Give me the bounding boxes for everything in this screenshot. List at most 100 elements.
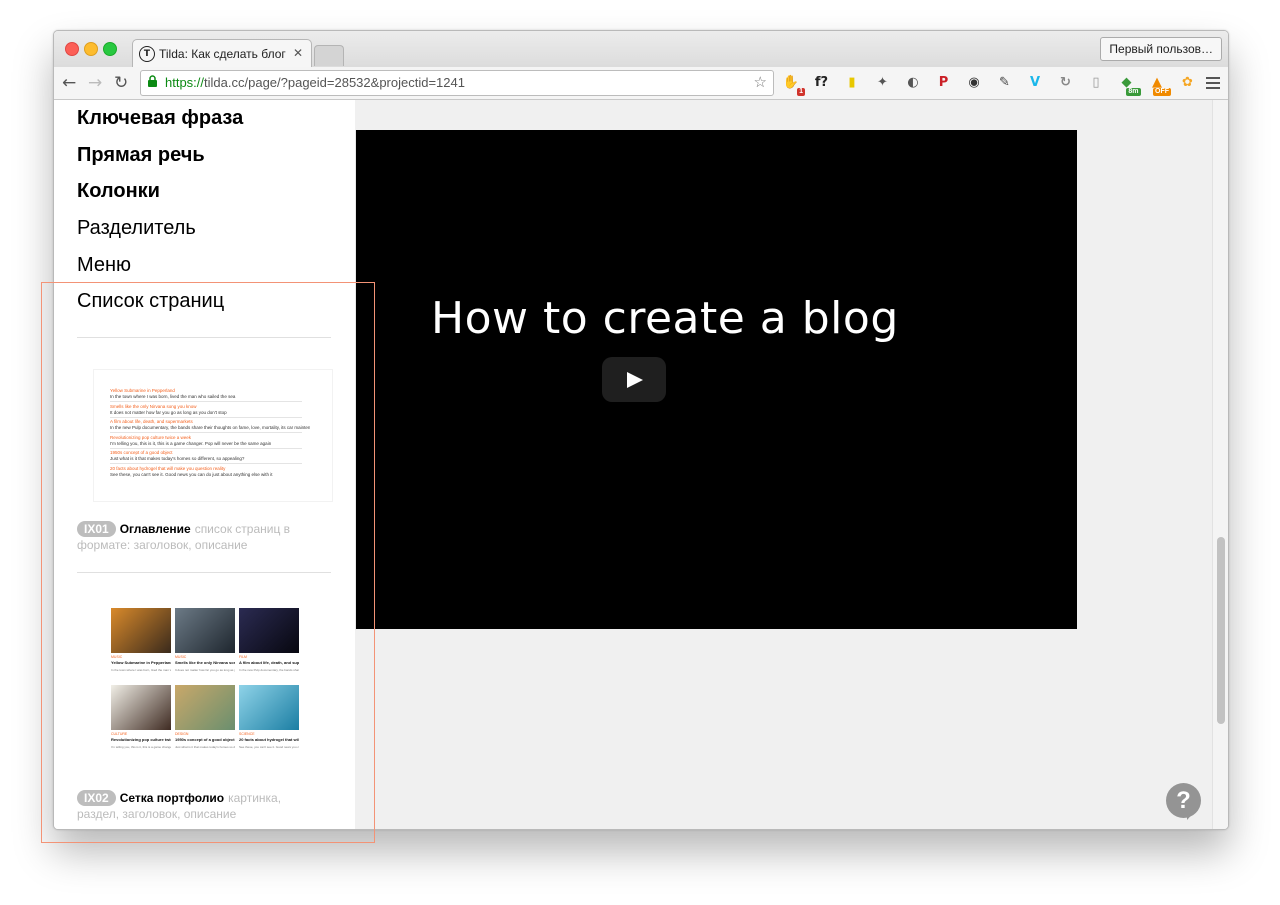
block-name: Сетка портфолио	[119, 791, 225, 805]
sidebar-menu-item[interactable]: Прямая речь	[77, 144, 205, 167]
toc-block-preview[interactable]: Yellow Submarine in Pepperland In the tow…	[94, 370, 332, 501]
portfolio-card-title: 1950s concept of a good object	[175, 737, 235, 742]
portfolio-preview-image	[111, 685, 171, 730]
block-caption-ix01[interactable]: IX01 Оглавление список страниц в формате: …	[77, 521, 317, 553]
help-button[interactable]: ?	[1166, 783, 1201, 818]
block-code-badge: IX01	[77, 521, 116, 537]
portfolio-preview-card: DESIGN 1950s concept of a good object Just…	[175, 685, 235, 749]
portfolio-card-title: A film about life, death, and supermarke…	[239, 660, 299, 665]
flower-extension-icon[interactable]: ✿	[1178, 73, 1198, 93]
extension-badge: OFF	[1153, 88, 1171, 96]
portfolio-card-title: Yellow Submarine in Pepperland	[111, 660, 171, 665]
portfolio-preview-card: MUSICSmells like the only Nirvana song y…	[175, 608, 235, 672]
toc-entry-description: In the new Pulp documentary, the bands s…	[110, 425, 310, 430]
toc-preview-entry: Revolutionizing pop culture twice a week…	[110, 435, 310, 446]
adblock-extension-icon[interactable]: ✋ 1	[781, 73, 805, 96]
portfolio-preview-card: FILMA film about life, death, and superm…	[239, 608, 299, 672]
portfolio-preview-card: SCIENCE20 facts about hydrogel that will…	[239, 685, 299, 749]
bookmark-star-icon[interactable]: ☆	[754, 73, 767, 91]
divider	[77, 337, 331, 338]
vimeo-extension-icon[interactable]: V	[1025, 73, 1045, 93]
toc-entry-title: 1950s concept of a good object	[110, 450, 173, 455]
sidebar-menu-item[interactable]: Список страниц	[77, 290, 224, 313]
toc-entry-title: A film about life, death, and supermarke…	[110, 419, 193, 424]
block-caption-ix02[interactable]: IX02 Сетка портфолио картинка, раздел, заг…	[77, 790, 317, 822]
toc-separator	[110, 447, 302, 449]
hamburger-menu-icon[interactable]	[1206, 77, 1220, 92]
block-name: Оглавление	[119, 522, 191, 536]
portfolio-card-section: MUSIC	[111, 655, 123, 659]
portfolio-preview-image	[239, 608, 299, 653]
portfolio-preview-image	[175, 685, 235, 730]
pinterest-extension-icon[interactable]: P	[934, 73, 954, 93]
portfolio-card-description: Just what is it that makes today's homes…	[175, 745, 235, 749]
toc-entry-description: I'm telling you, this is it, this is a g…	[110, 440, 272, 446]
portfolio-card-title: Revolutionizing pop culture twice a week	[111, 737, 171, 742]
toc-separator	[110, 416, 302, 418]
portfolio-card-description: In the new Pulp documentary, the bands s…	[239, 668, 299, 672]
extension-badge: 1	[797, 88, 805, 96]
block-code-badge: IX02	[77, 790, 116, 806]
close-tab-icon[interactable]: ✕	[293, 46, 303, 60]
play-button[interactable]	[602, 357, 666, 402]
portfolio-card-section: MUSIC	[175, 655, 187, 659]
toc-preview-entry: 20 facts about hydrogel that will make y…	[110, 466, 310, 477]
portfolio-card-section: SCIENCE	[239, 732, 255, 736]
lock-icon	[148, 75, 157, 87]
portfolio-card-section: FILM	[239, 655, 247, 659]
back-arrow-icon[interactable]: ←	[62, 73, 76, 93]
video-title: How to create a blog	[431, 293, 899, 344]
stats-extension-icon[interactable]: ▲ OFF	[1147, 73, 1171, 96]
portfolio-preview-image	[239, 685, 299, 730]
portfolio-card-description: I'm telling you, this is it, this is a g…	[111, 745, 171, 749]
sidebar-menu-item[interactable]: Разделитель	[77, 217, 196, 240]
portfolio-block-preview[interactable]: MUSIC Yellow Submarine in Pepperland In th…	[94, 600, 332, 768]
divider	[77, 572, 331, 573]
evernote-extension-icon[interactable]: ✦	[873, 73, 893, 93]
portfolio-card-section: DESIGN	[175, 732, 189, 736]
maximize-window-button[interactable]	[103, 42, 117, 56]
timer-extension-icon[interactable]: ◆ 8m	[1117, 73, 1141, 96]
flag-extension-icon[interactable]: ▮	[842, 73, 862, 93]
eyedropper-extension-icon[interactable]: ✎	[995, 73, 1015, 93]
new-tab-button[interactable]	[314, 45, 344, 66]
camera-extension-icon[interactable]: ◉	[964, 73, 984, 93]
font-finder-extension-icon[interactable]: f?	[812, 73, 832, 93]
pocket-extension-icon[interactable]: ◐	[903, 73, 923, 93]
toc-separator	[110, 401, 302, 402]
block-library-sidebar: Ключевая фраза Прямая речь Колонки Разделит…	[54, 100, 355, 829]
browser-tab-active[interactable]: T Tilda: Как сделать блог ✕	[132, 39, 312, 68]
portfolio-preview-card: CULTURERevolutionizing pop culture twice…	[111, 685, 171, 749]
portfolio-card-description: It does not matter how far you go as lon…	[175, 668, 235, 672]
portfolio-preview-image	[111, 608, 171, 653]
toc-preview-entry: 1950s concept of a good object Just what …	[110, 450, 310, 461]
url-text: https://tilda.cc/page/?pageid=28532&proj…	[165, 75, 465, 90]
toc-entry-description: It does not matter how far you go as lon…	[110, 409, 227, 415]
toc-entry-title: Revolutionizing pop culture twice a week	[110, 434, 192, 440]
title-bar: T Tilda: Как сделать блог ✕ Первый польз…	[54, 31, 1228, 68]
toc-entry-description: In the town where I was born, lived the …	[110, 394, 236, 399]
minimize-window-button[interactable]	[84, 42, 98, 56]
sidebar-menu-item[interactable]: Колонки	[77, 180, 160, 203]
portfolio-card-title: Smells like the only Nirvana song you kn…	[175, 660, 235, 665]
browser-window: T Tilda: Как сделать блог ✕ Первый польз…	[53, 30, 1229, 830]
sidebar-menu-item[interactable]: Меню	[77, 254, 131, 277]
portfolio-preview-card: MUSIC Yellow Submarine in Pepperland In th…	[111, 608, 171, 672]
toc-preview-entry: Yellow Submarine in Pepperland In the tow…	[110, 388, 310, 399]
address-bar[interactable]: https://tilda.cc/page/?pageid=28532&proj…	[140, 70, 774, 96]
toc-separator	[110, 463, 302, 464]
scrollbar-thumb[interactable]	[1217, 537, 1225, 724]
close-window-button[interactable]	[65, 42, 79, 56]
video-player[interactable]: How to create a blog	[356, 130, 1077, 629]
reader-extension-icon[interactable]: ▯	[1086, 73, 1106, 93]
play-icon	[627, 372, 643, 388]
forward-arrow-icon[interactable]: →	[88, 73, 102, 93]
reload-icon[interactable]: ↻	[114, 73, 128, 93]
toc-separator	[110, 432, 302, 433]
scrollbar-track[interactable]	[1212, 100, 1228, 829]
portfolio-card-description: See these, you can't see it. Good news y…	[239, 745, 299, 749]
profile-button[interactable]: Первый пользов…	[1100, 37, 1222, 61]
portfolio-preview-image	[175, 608, 235, 653]
sidebar-menu-item[interactable]: Ключевая фраза	[77, 107, 243, 130]
refresh-extension-icon[interactable]: ↻	[1056, 73, 1076, 93]
